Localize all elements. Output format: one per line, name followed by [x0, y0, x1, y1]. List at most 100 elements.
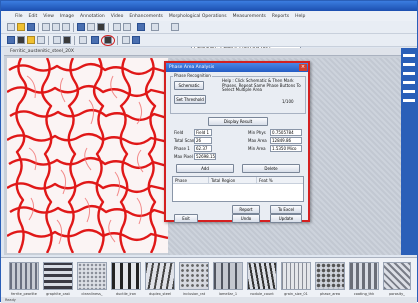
capture-icon[interactable]: [87, 23, 95, 31]
phase-results-table[interactable]: Phase Total Region Feat %: [172, 176, 304, 202]
field-label: Field: [174, 130, 184, 135]
thumbnail[interactable]: [315, 262, 345, 290]
paste-icon[interactable]: [123, 23, 131, 31]
thumbnail[interactable]: [43, 262, 73, 290]
menu-item-reports[interactable]: Reports: [272, 14, 289, 19]
selected-tool-highlight: [101, 35, 115, 46]
display-result-button[interactable]: Display Result: [208, 117, 268, 126]
text-tool-icon[interactable]: [37, 36, 45, 44]
menu-bar: File Edit View Image Annotation Video En…: [1, 11, 417, 21]
thumbnail[interactable]: [179, 262, 209, 290]
phase1-value: 62.37: [194, 145, 212, 152]
thumbnail[interactable]: [281, 262, 311, 290]
max-area-label: Max Area: [248, 138, 267, 143]
annotate-icon[interactable]: [27, 36, 35, 44]
menu-item-file[interactable]: File: [15, 14, 23, 19]
menu-item-edit[interactable]: Edit: [29, 14, 38, 19]
status-bar: Ready: [1, 297, 417, 303]
thumbnail[interactable]: [349, 262, 379, 290]
to-excel-button[interactable]: To Excel: [270, 205, 302, 214]
schematic-button[interactable]: Schematic: [174, 81, 204, 90]
window-icon[interactable]: [171, 23, 179, 31]
thumbnail[interactable]: [145, 262, 175, 290]
print-icon[interactable]: [42, 23, 50, 31]
title-bar: [1, 1, 417, 11]
menu-item-video[interactable]: Video: [111, 14, 124, 19]
thumbnail-caption: cleanliness_: [81, 292, 103, 296]
max-pixel-label: Max Pixel: [174, 154, 193, 159]
min-phys-label: Min Phys: [248, 130, 266, 135]
zoom-icon[interactable]: [97, 23, 105, 31]
thumbnail-caption: coating_thk: [353, 292, 375, 296]
grain-size-icon[interactable]: [122, 36, 130, 44]
thumbnail[interactable]: [383, 262, 411, 290]
set-threshold-button[interactable]: Set Threshold: [174, 95, 206, 104]
report-icon[interactable]: [151, 23, 159, 31]
thumbnail-caption: nodule_count: [250, 292, 274, 296]
table-header-phase: Phase: [173, 177, 209, 184]
side-panel[interactable]: [401, 48, 417, 255]
image-window-title: Ferritic_austenitic_steel_20X: [4, 48, 414, 56]
phase-overlay: [6, 57, 169, 254]
save-icon[interactable]: [27, 23, 35, 31]
grid-icon[interactable]: [137, 23, 145, 31]
menu-item-view[interactable]: View: [43, 14, 54, 19]
count-tool-icon[interactable]: [91, 36, 99, 44]
menu-item-image[interactable]: Image: [60, 14, 74, 19]
line-tool-icon[interactable]: [17, 36, 25, 44]
camera-icon[interactable]: [77, 23, 85, 31]
thumbnail[interactable]: [77, 262, 107, 290]
thumbnail-caption: graphite_cast: [46, 292, 70, 296]
main-toolbar: Calibration : 1 Pixel = 1 µm (20X Obj.): [1, 21, 417, 52]
new-icon[interactable]: [7, 23, 15, 31]
copy-icon[interactable]: [113, 23, 121, 31]
menu-item-enhancements[interactable]: Enhancements: [129, 14, 163, 19]
phase-recognition-label: Phase Recognition: [173, 73, 212, 78]
menu-item-annotation[interactable]: Annotation: [80, 14, 105, 19]
min-area-value: 1.5350 Mico: [270, 145, 302, 152]
thumbnail-caption: ferrite_pearlite: [11, 292, 37, 296]
undo-button[interactable]: Undo: [232, 214, 260, 223]
phase1-label: Phase 1: [174, 146, 190, 151]
threshold-value: 1/100: [282, 99, 294, 104]
angle-tool-icon[interactable]: [53, 36, 61, 44]
menu-item-help[interactable]: Help: [295, 14, 305, 19]
delete-button[interactable]: Delete: [242, 164, 300, 173]
thumbnail-caption: grain_size_01: [284, 292, 308, 296]
thumbnail-caption: phase_area: [319, 292, 341, 296]
field-select[interactable]: Field 1: [194, 129, 212, 136]
thumbnail-caption: lamellar_1: [218, 292, 238, 296]
update-button[interactable]: Update: [270, 214, 302, 223]
thumbnail-caption: porosity_: [389, 292, 405, 296]
area-tool-icon[interactable]: [63, 36, 71, 44]
open-folder-icon[interactable]: [17, 23, 25, 31]
max-pixel-value: 52698.152: [194, 153, 216, 160]
layer-icon[interactable]: [132, 36, 140, 44]
help-text: Help : Click Schematic & Then Mark Phase…: [222, 78, 301, 92]
thumbnail-caption: inclusion_rat: [182, 292, 206, 296]
menu-item-measurements[interactable]: Measurements: [233, 14, 266, 19]
thumbnail-strip: ferrite_pearlite graphite_cast cleanline…: [1, 257, 417, 301]
total-scanned-value: 26: [194, 137, 212, 144]
max-area-value: 12849.86: [270, 137, 302, 144]
table-header-feat: Feat %: [259, 178, 273, 183]
thumbnail[interactable]: [247, 262, 277, 290]
thumbnail[interactable]: [9, 262, 39, 290]
exit-button[interactable]: Exit: [174, 214, 198, 223]
table-header-total-region: Total Region: [209, 177, 257, 184]
thumbnail[interactable]: [213, 262, 243, 290]
thumbnail-caption: ductile_iron: [115, 292, 137, 296]
add-button[interactable]: Add: [176, 164, 234, 173]
min-phys-value: 0.7505784: [270, 129, 302, 136]
circle-tool-icon[interactable]: [79, 36, 87, 44]
application-window: File Edit View Image Annotation Video En…: [0, 0, 418, 303]
close-icon[interactable]: ×: [299, 64, 307, 71]
micrograph-image: [6, 57, 169, 254]
thumbnail[interactable]: [111, 262, 141, 290]
menu-item-morphological[interactable]: Morphological Operations: [169, 14, 227, 19]
undo-icon[interactable]: [52, 23, 60, 31]
report-button[interactable]: Report: [232, 205, 260, 214]
measure-icon[interactable]: [7, 36, 15, 44]
table-header-row: Phase Total Region Feat %: [173, 177, 303, 184]
redo-icon[interactable]: [62, 23, 70, 31]
